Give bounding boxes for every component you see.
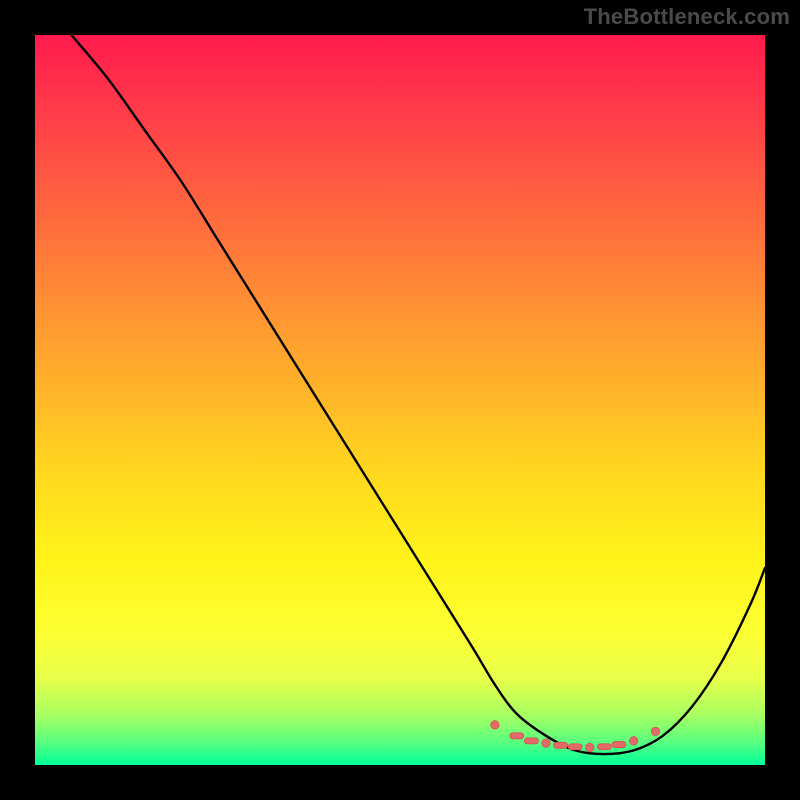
marker-point <box>629 737 637 745</box>
highlight-markers <box>491 721 660 752</box>
marker-point <box>542 739 550 747</box>
marker-point <box>554 742 568 748</box>
marker-point <box>524 738 538 744</box>
watermark-text: TheBottleneck.com <box>584 4 790 30</box>
marker-point <box>586 743 594 751</box>
chart-frame: TheBottleneck.com <box>0 0 800 800</box>
marker-point <box>651 727 659 735</box>
marker-point <box>568 744 582 750</box>
marker-point <box>491 721 499 729</box>
marker-point <box>597 744 611 750</box>
bottleneck-curve <box>72 35 766 754</box>
curve-svg <box>35 35 765 765</box>
plot-area <box>35 35 765 765</box>
marker-point <box>612 742 626 748</box>
marker-point <box>510 733 524 739</box>
